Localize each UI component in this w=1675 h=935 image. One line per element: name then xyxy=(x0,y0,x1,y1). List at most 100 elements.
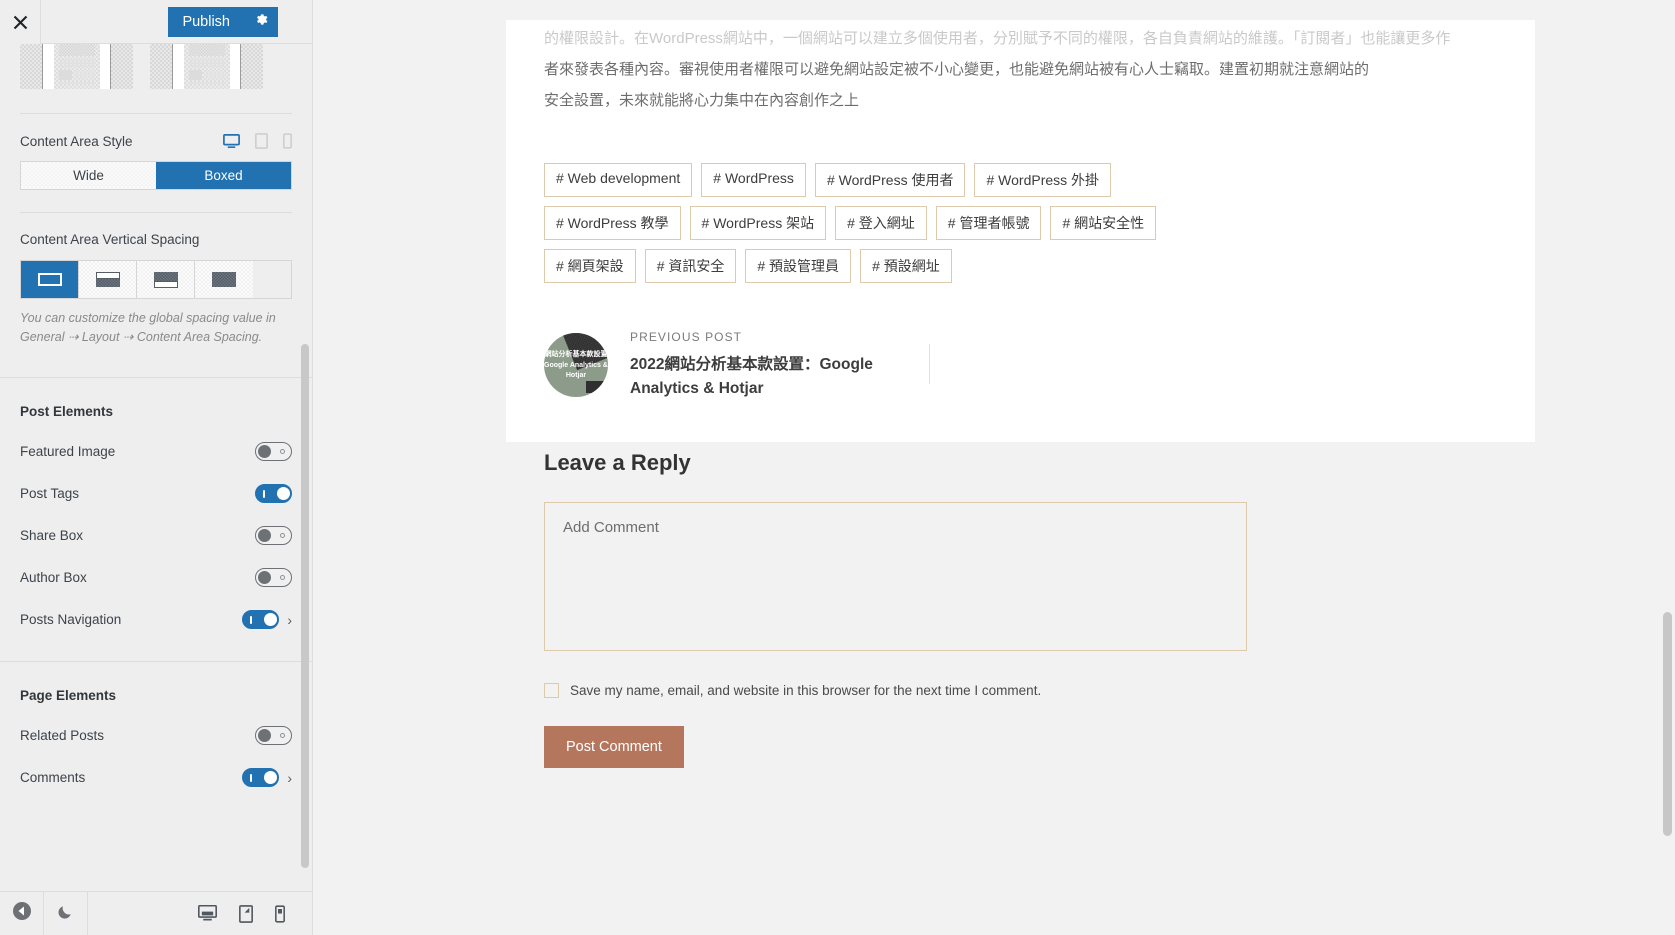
post-element-share-box[interactable]: Share Box xyxy=(0,515,312,557)
featured-image-toggle[interactable] xyxy=(255,442,292,462)
toggle-indicator xyxy=(250,773,253,782)
sidebar-footer xyxy=(0,891,312,935)
toggle-group xyxy=(255,568,292,588)
tag-item[interactable]: # WordPress 使用者 xyxy=(814,163,966,198)
posts-navigation-toggle[interactable] xyxy=(242,610,280,630)
page-elements-title: Page Elements xyxy=(20,687,117,703)
thumbnail-text: 網站分析基本款設置 Google Analytics & Hotjar xyxy=(544,351,608,379)
comments-toggle[interactable] xyxy=(242,768,280,788)
post-tags-list: # Web development # WordPress # WordPres… xyxy=(506,116,1246,284)
chevron-right-icon[interactable]: › xyxy=(287,613,292,627)
thumb-line xyxy=(189,62,225,64)
post-element-label: Author Box xyxy=(20,570,87,586)
content-style-boxed-button[interactable]: Boxed xyxy=(156,162,291,189)
previous-post-text: PREVIOUS POST 2022網站分析基本款設置：Google Analy… xyxy=(630,330,920,400)
tag-item[interactable]: # 登入網址 xyxy=(835,206,927,241)
previous-post-title[interactable]: 2022網站分析基本款設置：Google Analytics & Hotjar xyxy=(630,353,920,400)
tag-item[interactable]: # 資訊安全 xyxy=(644,249,737,284)
publish-settings-button[interactable] xyxy=(244,6,278,37)
toggle-knob xyxy=(276,486,290,500)
tag-item[interactable]: # 預設管理員 xyxy=(745,249,852,284)
save-info-row[interactable]: Save my name, email, and website in this… xyxy=(544,683,1497,698)
post-element-posts-navigation[interactable]: Posts Navigation › xyxy=(0,599,312,641)
spacing-top-button[interactable] xyxy=(79,261,137,298)
previous-post-thumbnail[interactable]: 網站分析基本款設置 Google Analytics & Hotjar xyxy=(544,333,608,397)
gear-icon xyxy=(254,12,269,32)
share-box-toggle[interactable] xyxy=(255,526,292,546)
desktop-preview-icon[interactable] xyxy=(198,905,217,922)
post-tags-toggle[interactable] xyxy=(255,484,292,504)
thumb-line xyxy=(59,65,95,67)
tag-item[interactable]: # 網頁架設 xyxy=(544,249,636,284)
thumb-hero xyxy=(189,44,225,56)
spacing-top-icon xyxy=(95,270,120,289)
content-style-wide-button[interactable]: Wide xyxy=(21,162,156,189)
thumb-line xyxy=(189,65,225,67)
vertical-spacing-help-text: You can customize the global spacing val… xyxy=(20,311,276,345)
tag-item[interactable]: # 管理者帳號 xyxy=(935,206,1042,241)
sidebar-scroll-region: Content Area Style Wide Boxed Content Ar… xyxy=(0,44,312,891)
tag-item[interactable]: # 預設網址 xyxy=(860,249,952,284)
mobile-preview-icon[interactable] xyxy=(275,904,285,923)
thumbnail-decor-2 xyxy=(586,381,604,393)
tablet-icon[interactable] xyxy=(255,133,268,149)
tag-item[interactable]: # WordPress 架站 xyxy=(689,206,827,241)
sidebar-scrollbar[interactable] xyxy=(301,344,309,868)
content-area-style-row: Content Area Style xyxy=(0,133,312,149)
dark-mode-button[interactable] xyxy=(44,892,88,935)
author-box-toggle[interactable] xyxy=(255,568,292,588)
layout-thumb-option-2[interactable] xyxy=(150,44,263,89)
save-info-checkbox[interactable] xyxy=(544,683,559,698)
collapse-sidebar-button[interactable] xyxy=(0,892,44,935)
toggle-knob xyxy=(257,728,271,742)
tag-item[interactable]: # Web development xyxy=(544,163,693,198)
customizer-sidebar: Publish Content Area Style Wide Boxed Co… xyxy=(0,0,313,935)
post-element-featured-image[interactable]: Featured Image xyxy=(0,431,312,473)
toggle-indicator xyxy=(280,733,285,739)
toggle-indicator xyxy=(280,533,285,539)
tag-item[interactable]: # WordPress 外掛 xyxy=(974,163,1112,198)
spacing-bottom-button[interactable] xyxy=(137,261,195,298)
toggle-group xyxy=(255,442,292,462)
post-element-author-box[interactable]: Author Box xyxy=(0,557,312,599)
spacing-bottom-icon xyxy=(153,270,178,289)
save-info-label: Save my name, email, and website in this… xyxy=(570,683,1042,698)
spacing-both-button[interactable] xyxy=(21,261,79,298)
thumb-square xyxy=(59,70,72,80)
page-element-related-posts[interactable]: Related Posts xyxy=(0,715,312,757)
close-customizer-button[interactable] xyxy=(0,0,41,44)
preview-scrollbar[interactable] xyxy=(1663,612,1672,836)
layout-thumb-option-1[interactable] xyxy=(20,44,133,89)
toggle-knob xyxy=(257,528,271,542)
spacing-none-icon xyxy=(212,270,236,289)
article-paragraph: 的權限設計。在WordPress網站中，一個網站可以建立多個使用者，分別賦予不同… xyxy=(506,24,1535,116)
thumb-line xyxy=(205,71,225,73)
post-element-label: Posts Navigation xyxy=(20,612,122,628)
related-posts-toggle[interactable] xyxy=(255,726,292,746)
publish-button[interactable]: Publish xyxy=(168,6,244,37)
tag-item[interactable]: # WordPress xyxy=(701,163,806,198)
article-line-faded: 的權限設計。在WordPress網站中，一個網站可以建立多個使用者，分別賦予不同… xyxy=(544,30,1451,47)
thumb-hero xyxy=(59,44,95,56)
chevron-right-icon[interactable]: › xyxy=(287,771,292,785)
tag-item[interactable]: # WordPress 教學 xyxy=(544,206,681,241)
comment-textarea[interactable] xyxy=(544,502,1247,651)
thumb-side-left xyxy=(150,44,172,89)
tag-item[interactable]: # 網站安全性 xyxy=(1050,206,1157,241)
sidebar-content: Content Area Style Wide Boxed Content Ar… xyxy=(0,44,312,799)
vertical-spacing-options xyxy=(20,260,292,299)
moon-icon xyxy=(57,903,74,925)
mobile-icon[interactable] xyxy=(283,133,292,149)
content-area-style-label: Content Area Style xyxy=(20,133,133,149)
toggle-knob xyxy=(263,770,277,784)
page-element-comments[interactable]: Comments › xyxy=(0,757,312,799)
post-comment-button[interactable]: Post Comment xyxy=(544,726,684,768)
post-element-post-tags[interactable]: Post Tags xyxy=(0,473,312,515)
vertical-spacing-row: Content Area Vertical Spacing xyxy=(0,232,312,247)
customizer-app: Publish Content Area Style Wide Boxed Co… xyxy=(0,0,1675,935)
desktop-icon[interactable] xyxy=(223,133,240,149)
article-card: 的權限設計。在WordPress網站中，一個網站可以建立多個使用者，分別賦予不同… xyxy=(506,20,1535,442)
tablet-preview-icon[interactable] xyxy=(239,904,253,923)
spacing-none-button[interactable] xyxy=(195,261,253,298)
publish-group: Publish xyxy=(168,0,312,43)
